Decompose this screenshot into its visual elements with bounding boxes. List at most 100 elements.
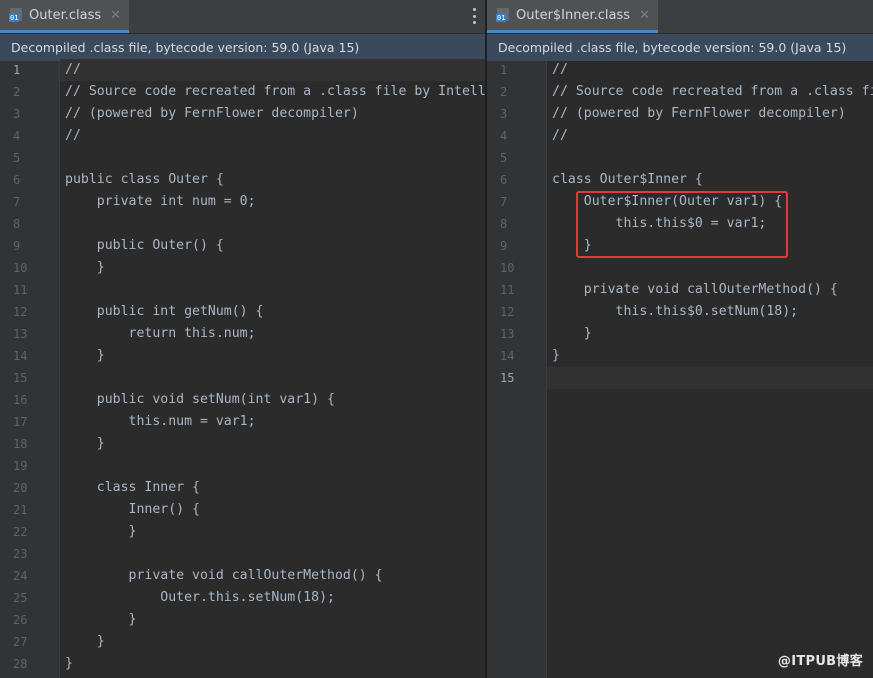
code-area[interactable]: //// Source code recreated from a .class… — [60, 61, 485, 678]
line-number: 3 — [500, 107, 508, 121]
code-line[interactable]: public class Outer { — [65, 169, 224, 191]
code-editor[interactable]: 1 2 3 4 5 6 7 8 9 10 11 12 13 14 15 16 17 18 19 20 21 22 23 24 2… — [0, 59, 485, 678]
code-line[interactable]: } — [65, 257, 105, 279]
code-line[interactable]: class Outer$Inner { — [552, 169, 703, 191]
line-number: 23 — [13, 547, 28, 561]
line-number: 26 — [13, 613, 28, 627]
class-file-icon: 01 — [9, 8, 23, 22]
line-number: 11 — [13, 283, 28, 297]
line-number: 5 — [500, 151, 508, 165]
code-line[interactable]: // (powered by FernFlower decompiler) — [552, 103, 846, 125]
code-line[interactable]: this.this$0.setNum(18); — [552, 301, 799, 323]
line-number: 20 — [13, 481, 28, 495]
editor-pane-left: 01 Outer.class ✕ Decompiled .class file,… — [0, 0, 485, 678]
line-number: 12 — [500, 305, 515, 319]
code-line[interactable]: // Source code recreated from a .class f… — [552, 81, 873, 103]
line-number: 13 — [500, 327, 515, 341]
code-line[interactable]: Outer.this.setNum(18); — [65, 587, 335, 609]
decompiled-banner: Decompiled .class file, bytecode version… — [0, 34, 485, 62]
tab-title: Outer.class — [29, 7, 102, 23]
code-line[interactable]: Outer$Inner(Outer var1) { — [552, 191, 783, 213]
close-icon[interactable]: ✕ — [110, 8, 121, 23]
code-line[interactable]: } — [65, 345, 105, 367]
line-number: 8 — [500, 217, 508, 231]
line-number-gutter: 1 2 3 4 5 6 7 8 9 10 11 12 13 14 15 16 17 18 19 20 21 22 23 24 2… — [0, 61, 60, 678]
line-number: 22 — [13, 525, 28, 539]
line-number: 5 — [13, 151, 21, 165]
line-number: 3 — [13, 107, 21, 121]
tab-outer-class[interactable]: 01 Outer.class ✕ — [0, 0, 130, 33]
code-line[interactable]: public Outer() { — [65, 235, 224, 257]
code-line[interactable]: } — [552, 345, 560, 367]
code-area[interactable]: //// Source code recreated from a .class… — [547, 61, 873, 678]
code-line[interactable]: } — [65, 433, 105, 455]
line-number: 7 — [500, 195, 508, 209]
line-number: 18 — [13, 437, 28, 451]
code-editor[interactable]: 1 2 3 4 5 6 7 8 9 10 11 12 13 14 15 //// Source code r… — [487, 61, 873, 678]
line-number: 9 — [500, 239, 508, 253]
tab-title: Outer$Inner.class — [516, 7, 631, 23]
code-line[interactable]: class Inner { — [65, 477, 200, 499]
line-number: 12 — [13, 305, 28, 319]
code-line[interactable]: } — [65, 521, 137, 543]
line-number: 13 — [13, 327, 28, 341]
editor-pane-right: 01 Outer$Inner.class ✕ Decompiled .class… — [487, 0, 873, 678]
line-number: 2 — [13, 85, 21, 99]
line-number: 28 — [13, 657, 28, 671]
line-number: 21 — [13, 503, 28, 517]
tab-bar-left: 01 Outer.class ✕ — [0, 0, 485, 34]
code-line[interactable]: private void callOuterMethod() { — [65, 565, 383, 587]
tab-bar-right: 01 Outer$Inner.class ✕ — [487, 0, 873, 34]
line-number: 17 — [13, 415, 28, 429]
close-icon[interactable]: ✕ — [639, 8, 650, 23]
line-number: 2 — [500, 85, 508, 99]
line-number: 4 — [13, 129, 21, 143]
class-file-icon: 01 — [496, 8, 510, 22]
code-line[interactable]: } — [65, 631, 105, 653]
more-options-icon[interactable] — [471, 8, 477, 24]
code-line[interactable]: this.this$0 = var1; — [552, 213, 767, 235]
line-number: 16 — [13, 393, 28, 407]
line-number: 1 — [13, 63, 21, 77]
code-line[interactable]: private int num = 0; — [65, 191, 256, 213]
line-number: 10 — [13, 261, 28, 275]
line-number-gutter: 1 2 3 4 5 6 7 8 9 10 11 12 13 14 15 — [487, 61, 547, 678]
tab-outer-inner-class[interactable]: 01 Outer$Inner.class ✕ — [487, 0, 658, 33]
line-number: 4 — [500, 129, 508, 143]
code-line[interactable]: } — [552, 235, 592, 257]
line-number: 24 — [13, 569, 28, 583]
ide-window: 01 Outer.class ✕ Decompiled .class file,… — [0, 0, 873, 678]
watermark: @ITPUB博客 — [777, 654, 863, 669]
code-line[interactable]: return this.num; — [65, 323, 256, 345]
code-line[interactable]: // — [65, 125, 81, 147]
code-line[interactable]: public void setNum(int var1) { — [65, 389, 335, 411]
code-line[interactable]: } — [552, 323, 592, 345]
line-number: 11 — [500, 283, 515, 297]
code-line[interactable]: Inner() { — [65, 499, 200, 521]
code-line[interactable]: } — [65, 653, 73, 675]
line-number: 6 — [13, 173, 21, 187]
line-number: 19 — [13, 459, 28, 473]
line-number: 14 — [500, 349, 515, 363]
line-number: 10 — [500, 261, 515, 275]
line-number: 6 — [500, 173, 508, 187]
line-number: 27 — [13, 635, 28, 649]
line-number: 15 — [13, 371, 28, 385]
code-line[interactable]: // — [552, 59, 568, 81]
line-number: 25 — [13, 591, 28, 605]
code-line[interactable]: // — [65, 59, 81, 81]
code-line[interactable]: // — [552, 125, 568, 147]
code-line[interactable]: private void callOuterMethod() { — [552, 279, 838, 301]
line-number: 1 — [500, 63, 508, 77]
decompiled-banner: Decompiled .class file, bytecode version… — [487, 34, 873, 62]
code-line[interactable]: public int getNum() { — [65, 301, 264, 323]
line-number: 7 — [13, 195, 21, 209]
line-number: 15 — [500, 371, 515, 385]
line-number: 8 — [13, 217, 21, 231]
line-number: 9 — [13, 239, 21, 253]
code-line[interactable]: this.num = var1; — [65, 411, 256, 433]
code-line[interactable]: // (powered by FernFlower decompiler) — [65, 103, 359, 125]
code-line[interactable]: } — [65, 609, 137, 631]
code-line[interactable]: // Source code recreated from a .class f… — [65, 81, 485, 103]
line-number: 14 — [13, 349, 28, 363]
